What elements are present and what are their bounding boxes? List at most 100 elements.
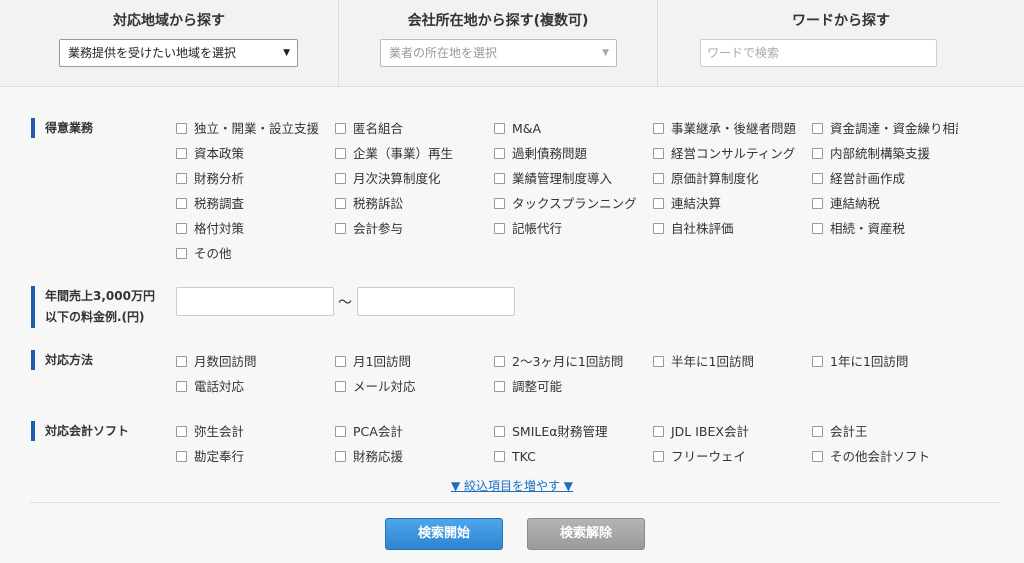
checkbox-label: 月数回訪問 (194, 354, 257, 369)
checkbox-item[interactable]: SMILEα財務管理 (494, 423, 640, 441)
checkbox[interactable] (653, 223, 664, 234)
checkbox-item[interactable]: 事業継承・後継者問題 (653, 120, 799, 138)
region-select[interactable]: 業務提供を受けたい地域を選択 ▼ (59, 39, 298, 67)
checkbox[interactable] (335, 148, 346, 159)
checkbox[interactable] (176, 173, 187, 184)
checkbox-item[interactable]: メール対応 (335, 378, 481, 396)
checkbox[interactable] (494, 148, 505, 159)
checkbox-item[interactable]: 企業（事業）再生 (335, 145, 481, 163)
checkbox[interactable] (335, 123, 346, 134)
fee-to-input[interactable] (357, 287, 515, 316)
checkbox[interactable] (494, 198, 505, 209)
checkbox-item[interactable]: フリーウェイ (653, 448, 799, 466)
checkbox-item[interactable]: 会計王 (812, 423, 958, 441)
checkbox-item[interactable]: タックスプランニング (494, 195, 640, 213)
checkbox-item[interactable]: 調整可能 (494, 378, 640, 396)
fee-from-input[interactable] (176, 287, 334, 316)
checkbox[interactable] (176, 426, 187, 437)
checkbox-label: 資本政策 (194, 146, 245, 161)
checkbox[interactable] (812, 173, 823, 184)
checkbox[interactable] (494, 123, 505, 134)
checkbox[interactable] (812, 123, 823, 134)
checkbox-item[interactable]: 1年に1回訪問 (812, 353, 958, 371)
checkbox-item[interactable]: JDL IBEX会計 (653, 423, 799, 441)
checkbox[interactable] (335, 198, 346, 209)
search-start-button[interactable]: 検索開始 (385, 518, 503, 550)
checkbox-item[interactable]: 月次決算制度化 (335, 170, 481, 188)
word-search-input[interactable]: ワードで検索 (700, 39, 937, 67)
checkbox[interactable] (176, 248, 187, 259)
checkbox-item[interactable]: 連結決算 (653, 195, 799, 213)
checkbox-item[interactable]: 経営コンサルティング (653, 145, 799, 163)
checkbox[interactable] (176, 451, 187, 462)
checkbox-item[interactable]: 財務応援 (335, 448, 481, 466)
checkbox[interactable] (812, 356, 823, 367)
checkbox[interactable] (653, 123, 664, 134)
checkbox-item[interactable]: 内部統制構築支援 (812, 145, 958, 163)
checkbox-item[interactable]: 自社株評価 (653, 220, 799, 238)
checkbox[interactable] (176, 223, 187, 234)
checkbox[interactable] (653, 148, 664, 159)
checkbox[interactable] (812, 223, 823, 234)
checkbox-item[interactable]: その他会計ソフト (812, 448, 958, 466)
checkbox[interactable] (494, 356, 505, 367)
checkbox[interactable] (176, 123, 187, 134)
checkbox[interactable] (176, 148, 187, 159)
checkbox-item[interactable]: 資本政策 (176, 145, 322, 163)
checkbox-item[interactable]: PCA会計 (335, 423, 481, 441)
checkbox-item[interactable]: 2～3ヶ月に1回訪問 (494, 353, 640, 371)
checkbox-item[interactable]: TKC (494, 448, 640, 466)
checkbox-item[interactable]: 資金調達・資金繰り相談 (812, 120, 958, 138)
checkbox[interactable] (335, 451, 346, 462)
checkbox[interactable] (812, 426, 823, 437)
checkbox[interactable] (176, 356, 187, 367)
checkbox-item[interactable]: 財務分析 (176, 170, 322, 188)
checkbox[interactable] (176, 381, 187, 392)
location-select[interactable]: 業者の所在地を選択 ▼ (380, 39, 617, 67)
checkbox[interactable] (335, 173, 346, 184)
checkbox[interactable] (653, 173, 664, 184)
checkbox-item[interactable]: 月数回訪問 (176, 353, 322, 371)
checkbox-item[interactable]: 弥生会計 (176, 423, 322, 441)
checkbox[interactable] (812, 148, 823, 159)
checkbox-item[interactable]: 半年に1回訪問 (653, 353, 799, 371)
checkbox[interactable] (653, 451, 664, 462)
more-filters-text[interactable]: ▼ 絞込項目を増やす ▼ (451, 479, 573, 493)
checkbox-label: 内部統制構築支援 (830, 146, 931, 161)
checkbox-item[interactable]: 記帳代行 (494, 220, 640, 238)
checkbox-item[interactable]: 格付対策 (176, 220, 322, 238)
checkbox[interactable] (653, 426, 664, 437)
checkbox[interactable] (335, 356, 346, 367)
checkbox[interactable] (335, 426, 346, 437)
checkbox-item[interactable]: 過剰債務問題 (494, 145, 640, 163)
checkbox-item[interactable]: 連結納税 (812, 195, 958, 213)
checkbox[interactable] (335, 381, 346, 392)
checkbox-item[interactable]: 独立・開業・設立支援 (176, 120, 322, 138)
checkbox-item[interactable]: 業績管理制度導入 (494, 170, 640, 188)
checkbox-item[interactable]: 勘定奉行 (176, 448, 322, 466)
checkbox-item[interactable]: 税務訴訟 (335, 195, 481, 213)
checkbox[interactable] (494, 451, 505, 462)
checkbox-item[interactable]: 経営計画作成 (812, 170, 958, 188)
checkbox[interactable] (494, 426, 505, 437)
checkbox[interactable] (335, 223, 346, 234)
checkbox-item[interactable]: 会計参与 (335, 220, 481, 238)
checkbox-item[interactable]: 匿名組合 (335, 120, 481, 138)
checkbox[interactable] (494, 381, 505, 392)
checkbox-item[interactable]: 税務調査 (176, 195, 322, 213)
checkbox-item[interactable]: 月1回訪問 (335, 353, 481, 371)
checkbox-item[interactable]: その他 (176, 245, 322, 263)
checkbox[interactable] (653, 356, 664, 367)
checkbox-item[interactable]: 原価計算制度化 (653, 170, 799, 188)
checkbox-item[interactable]: 電話対応 (176, 378, 322, 396)
search-clear-button[interactable]: 検索解除 (527, 518, 645, 550)
checkbox[interactable] (176, 198, 187, 209)
checkbox[interactable] (653, 198, 664, 209)
checkbox[interactable] (812, 198, 823, 209)
checkbox-item[interactable]: 相続・資産税 (812, 220, 958, 238)
more-filters-link[interactable]: ▼ 絞込項目を増やす ▼ (0, 477, 1024, 494)
checkbox-item[interactable]: M&A (494, 120, 640, 138)
checkbox[interactable] (812, 451, 823, 462)
checkbox[interactable] (494, 223, 505, 234)
checkbox[interactable] (494, 173, 505, 184)
